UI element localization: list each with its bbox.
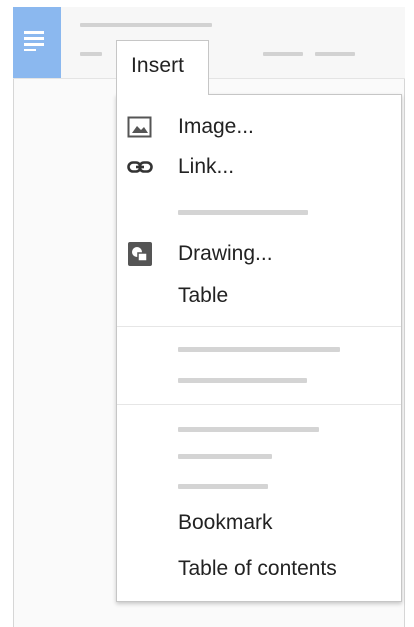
docs-logo-tile[interactable] (13, 7, 61, 78)
menu-item-placeholder[interactable] (178, 427, 319, 432)
menu-item-link-label: Link... (178, 155, 235, 178)
menu-item-table-of-contents-label: Table of contents (178, 557, 337, 580)
menu-separator (117, 326, 401, 327)
menu-item-bookmark-label: Bookmark (178, 511, 273, 534)
menu-item-link[interactable]: Link... (117, 147, 401, 187)
menu-item-table-label: Table (178, 284, 229, 307)
document-icon (24, 31, 44, 51)
link-icon (127, 161, 153, 173)
menu-item-table[interactable]: Table (117, 276, 401, 316)
menu-item-placeholder[interactable] (178, 454, 272, 459)
menu-item-placeholder[interactable] (178, 378, 307, 383)
menu-item-image[interactable]: Image... (117, 107, 401, 147)
menu-item-bookmark[interactable]: Bookmark (117, 503, 401, 543)
menu-item-drawing[interactable]: Drawing... (117, 234, 401, 274)
menu-item-table-of-contents[interactable]: Table of contents (117, 549, 401, 589)
drawing-icon (128, 242, 152, 266)
menu-item-placeholder[interactable] (178, 484, 268, 489)
menu-placeholder-right-2[interactable] (315, 52, 355, 56)
menu-item-drawing-label: Drawing... (178, 242, 273, 265)
menu-placeholder-right-1[interactable] (263, 52, 303, 56)
header-bar (13, 7, 405, 79)
menu-insert[interactable]: Insert (116, 40, 209, 95)
menu-item-image-label: Image... (178, 115, 254, 138)
menu-item-placeholder[interactable] (178, 347, 340, 352)
menu-insert-label: Insert (131, 54, 185, 77)
image-icon (127, 116, 152, 138)
app-window: Insert Image... Link... Drawing... Table… (0, 0, 414, 627)
insert-dropdown-menu: Image... Link... Drawing... Table Bookma… (116, 94, 402, 602)
menu-file-placeholder[interactable] (80, 52, 102, 56)
document-title-placeholder (80, 23, 212, 27)
menu-item-placeholder[interactable] (178, 210, 308, 215)
menu-separator (117, 404, 401, 405)
